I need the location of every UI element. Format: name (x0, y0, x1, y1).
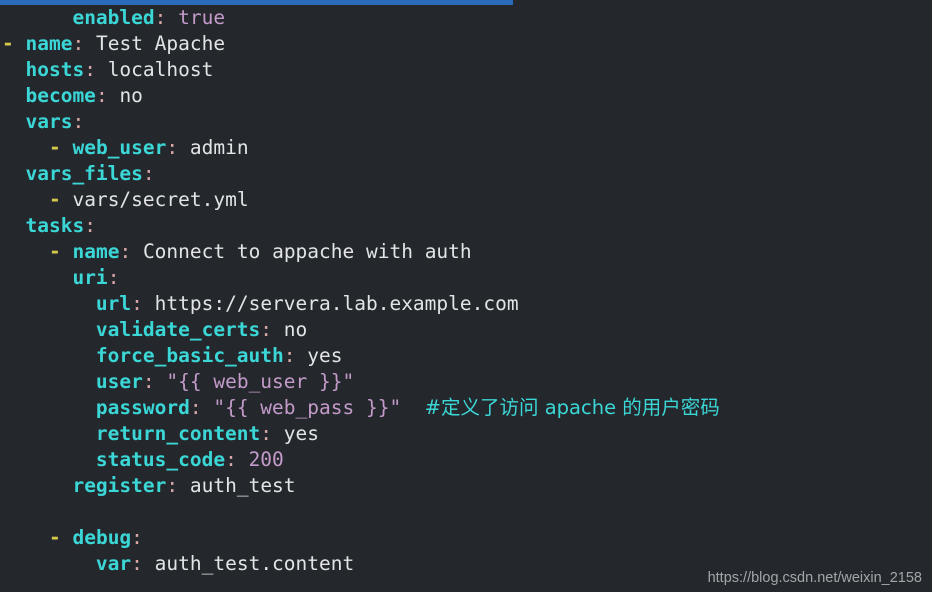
token-dash: - (48, 526, 61, 549)
code-line: force_basic_auth: yes (0, 343, 932, 369)
token-key: register (72, 474, 167, 497)
token-key: url (95, 292, 132, 315)
token-key: vars_files (25, 162, 143, 185)
token-colon: : (260, 318, 273, 341)
token-key: user (95, 370, 143, 393)
token-comment: #定义了访问 apache 的用户密码 (424, 396, 720, 419)
token-value: Connect to appache with auth (142, 240, 472, 263)
token-colon: : (72, 110, 85, 133)
token-key: vars (25, 110, 73, 133)
token-colon: : (84, 58, 96, 81)
token-colon: : (95, 84, 108, 107)
token-value: yes (283, 422, 320, 445)
code-line: - web_user: admin (0, 135, 932, 161)
code-line: enabled: true (0, 5, 932, 31)
token-value: vars/secret.yml (72, 188, 249, 211)
token-key: status_code (95, 448, 226, 471)
token-string: true (178, 6, 226, 29)
token-value: no (283, 318, 308, 341)
token-string: "{{ web_pass }}" (213, 396, 402, 419)
code-line: password: "{{ web_pass }}" #定义了访问 apache… (0, 395, 932, 421)
token-colon: : (131, 526, 143, 549)
code-line: uri: (0, 265, 932, 291)
code-block[interactable]: enabled: true - name: Test Apache hosts: … (0, 5, 932, 577)
token-colon: : (260, 422, 273, 445)
token-value: https://servera.lab.example.com (154, 292, 519, 315)
code-line: - vars/secret.yml (0, 187, 932, 213)
token-key: become (25, 84, 96, 107)
code-line: validate_certs: no (0, 317, 932, 343)
token-colon: : (119, 240, 132, 263)
token-dash: - (48, 136, 61, 159)
code-line: status_code: 200 (0, 447, 932, 473)
token-key: debug (72, 526, 132, 549)
token-key: name (72, 240, 120, 263)
token-colon: : (84, 214, 96, 237)
token-key: hosts (25, 58, 85, 81)
token-dash: - (2, 32, 14, 55)
token-colon: : (107, 266, 120, 289)
token-key: web_user (72, 136, 167, 159)
token-key: name (25, 32, 73, 55)
token-colon: : (189, 396, 202, 419)
token-string: "{{ web_user }}" (166, 370, 355, 393)
code-screenshot: enabled: true - name: Test Apache hosts: … (0, 0, 932, 592)
code-line: vars_files: (0, 161, 932, 187)
token-value: Test Apache (95, 32, 226, 55)
token-value: localhost (107, 58, 214, 81)
watermark-url: https://blog.csdn.net/weixin_2158 (707, 570, 922, 586)
token-colon: : (142, 370, 155, 393)
token-colon: : (154, 6, 167, 29)
token-colon: : (166, 474, 179, 497)
token-value: auth_test.content (154, 552, 355, 575)
token-colon: : (131, 552, 143, 575)
token-key: tasks (25, 214, 85, 237)
token-colon: : (283, 344, 296, 367)
code-line: hosts: localhost (0, 57, 932, 83)
token-dash: - (48, 240, 61, 263)
code-line: - name: Test Apache (0, 31, 932, 57)
token-key: force_basic_auth (95, 344, 284, 367)
token-value: no (119, 84, 143, 107)
token-key: uri (72, 266, 108, 289)
token-key: return_content (95, 422, 261, 445)
code-line: vars: (0, 109, 932, 135)
token-value: admin (189, 136, 249, 159)
code-line: tasks: (0, 213, 932, 239)
code-line: - debug: (0, 525, 932, 551)
token-string: 200 (248, 448, 284, 471)
token-colon: : (225, 448, 237, 471)
token-colon: : (166, 136, 179, 159)
token-value: auth_test (189, 474, 296, 497)
code-line: user: "{{ web_user }}" (0, 369, 932, 395)
token-key: validate_certs (95, 318, 261, 341)
token-key: password (95, 396, 190, 419)
code-line: become: no (0, 83, 932, 109)
token-value: yes (307, 344, 343, 367)
token-dash: - (48, 188, 61, 211)
code-line: - name: Connect to appache with auth (0, 239, 932, 265)
token-colon: : (142, 162, 155, 185)
code-line: register: auth_test (0, 473, 932, 499)
token-key: var (95, 552, 132, 575)
token-colon: : (72, 32, 85, 55)
token-colon: : (131, 292, 143, 315)
code-line: url: https://servera.lab.example.com (0, 291, 932, 317)
code-line: return_content: yes (0, 421, 932, 447)
token-key: enabled (72, 6, 155, 29)
